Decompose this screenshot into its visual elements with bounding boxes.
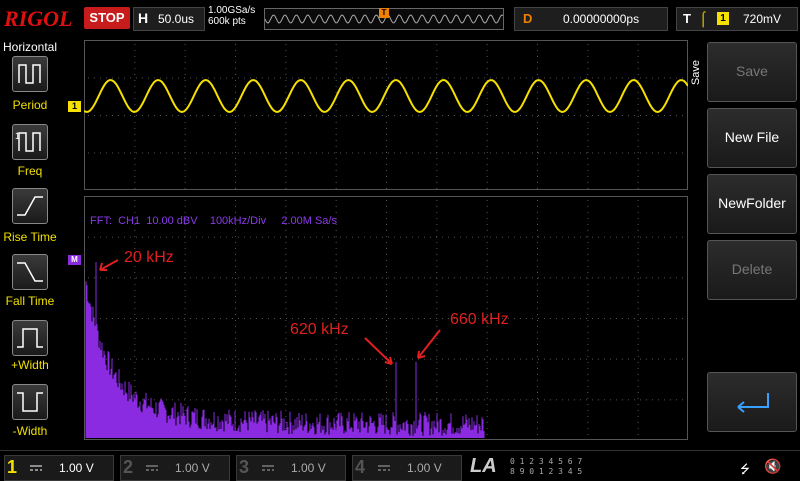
ch1-status[interactable]: 1 1.00 V [4,455,114,481]
delete-button-label: Delete [731,261,773,277]
new-folder-button-label: NewFolder [718,195,786,211]
channel-status-bar: 1 1.00 V 2 1.00 V 3 1.00 V 4 1.00 V LA 0… [0,450,800,481]
annotation-20khz: 20 kHz [124,249,174,266]
dc-coupling-icon [378,465,390,471]
dc-coupling-icon [30,465,42,471]
ch2-scale: 1.00 V [175,461,210,475]
ch3-status[interactable]: 3 1.00 V [236,455,346,481]
new-file-button[interactable]: New File [707,108,797,168]
arrow-20khz [99,259,119,271]
dc-coupling-icon [146,465,158,471]
la-row-1: 0 1 2 3 4 5 6 7 [510,457,583,466]
logic-analyzer-status[interactable]: LA 0 1 2 3 4 5 6 7 8 9 0 1 2 3 4 5 [466,455,702,479]
ch1-number: 1 [7,457,18,477]
ch2-number: 2 [123,457,134,477]
new-file-button-label: New File [724,129,780,145]
arrow-660khz [417,329,441,359]
new-folder-button[interactable]: NewFolder [707,174,797,234]
annotation-layer: 20 kHz 620 kHz 660 kHz [99,249,509,365]
ch3-scale: 1.00 V [291,461,326,475]
save-button[interactable]: Save [707,42,797,102]
arrow-620khz [364,337,393,365]
return-button[interactable] [707,372,797,432]
speaker-mute-icon[interactable]: 🔇 [764,458,781,475]
annotation-660khz: 660 kHz [450,311,509,328]
ch2-status[interactable]: 2 1.00 V [120,455,230,481]
annotation-620khz: 620 kHz [290,321,349,338]
menu-title: Save [690,60,702,86]
la-channel-grid: 0 1 2 3 4 5 6 7 8 9 0 1 2 3 4 5 [510,457,620,477]
ch1-scale: 1.00 V [59,461,94,475]
ch3-number: 3 [239,457,250,477]
usb-icon: ⭍ [740,462,750,476]
ch4-status[interactable]: 4 1.00 V [352,455,462,481]
save-button-label: Save [736,63,768,79]
ch4-scale: 1.00 V [407,461,442,475]
delete-button[interactable]: Delete [707,240,797,300]
dc-coupling-icon [262,465,274,471]
la-row-2: 8 9 0 1 2 3 4 5 [510,467,583,476]
ch4-number: 4 [355,457,366,477]
enter-return-icon [737,393,769,413]
annotation-arrows [99,259,441,365]
la-label: LA [470,455,497,477]
